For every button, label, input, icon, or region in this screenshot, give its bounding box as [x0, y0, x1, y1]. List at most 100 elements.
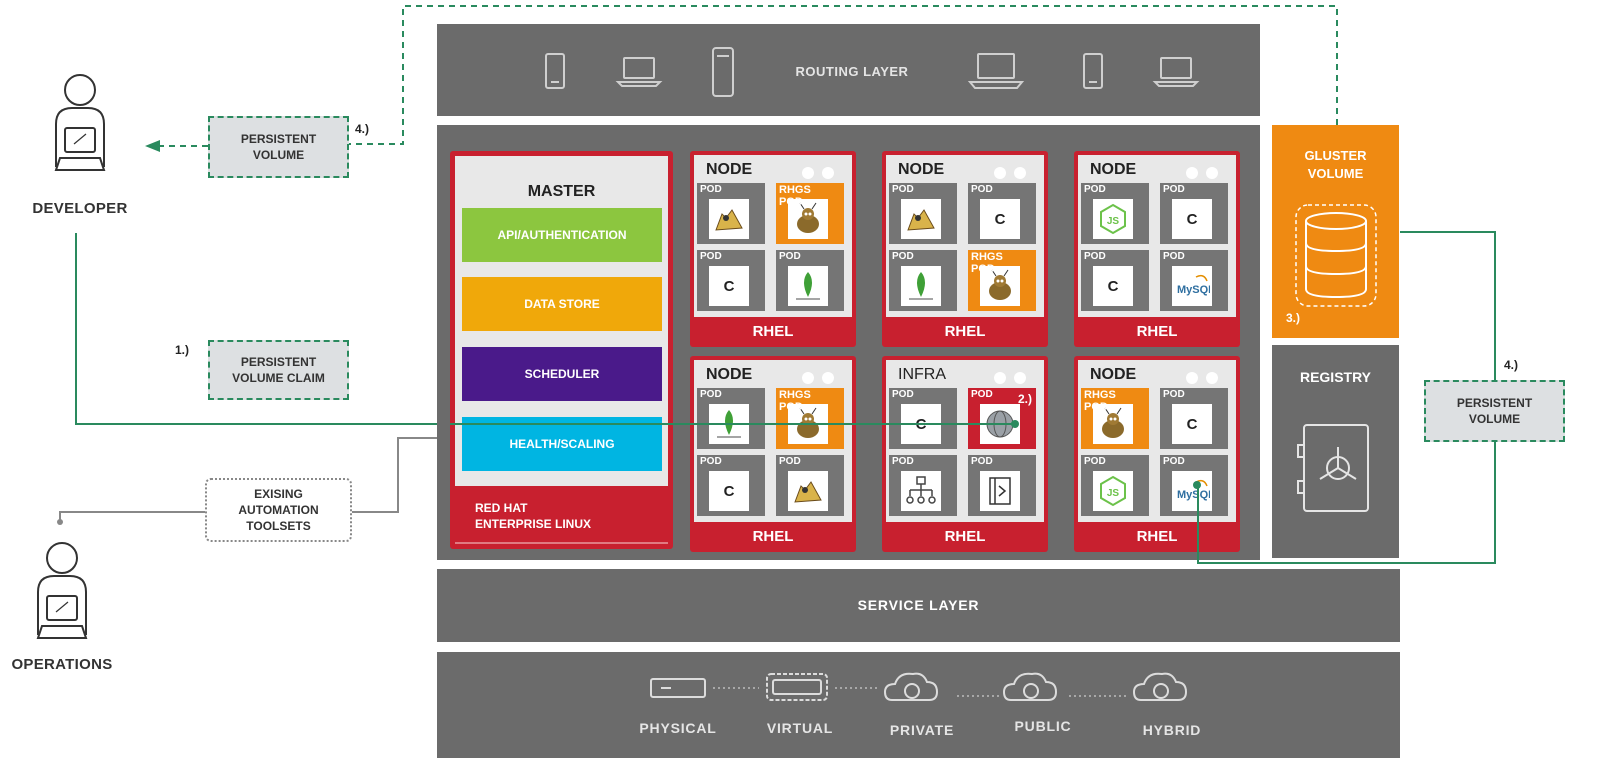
master-title: MASTER [527, 183, 596, 200]
worker-node: NODE POD RHGS POD POD C POD RHEL [690, 151, 856, 347]
pod-label: POD [700, 389, 722, 400]
infra-label-hybrid: HYBRID [1142, 722, 1202, 738]
node-title: NODE [1090, 366, 1137, 383]
pod-label: POD [1163, 456, 1185, 467]
pod-label: POD [892, 184, 914, 195]
pod: POD C [889, 388, 957, 449]
pod-label: POD [1163, 389, 1185, 400]
pod: POD [697, 183, 765, 244]
node-os-label: RHEL [752, 528, 794, 545]
pod: POD C [697, 250, 765, 311]
routing-layer-label: ROUTING LAYER [795, 64, 909, 79]
svg-text:MySQL: MySQL [1177, 284, 1210, 296]
infra-node: INFRA POD C POD POD POD 2.) RHEL [882, 356, 1048, 552]
node-os-label: RHEL [1136, 323, 1178, 340]
status-dot [822, 372, 834, 384]
pod: POD C [1081, 250, 1149, 311]
container-c-label: C [1172, 199, 1212, 239]
pod-label: POD [700, 456, 722, 467]
rhgs-pod: RHGS POD [776, 183, 844, 244]
container-c-label: C [709, 471, 749, 511]
pod-label: POD [892, 251, 914, 262]
pod-label: POD [700, 184, 722, 195]
node-status-dots [994, 167, 1026, 179]
health-scaling-component: HEALTH/SCALING [462, 417, 662, 471]
worker-node: NODE POD POD C POD RHGS POD RHEL [882, 151, 1048, 347]
worker-node: NODE POD JS POD C POD C POD MySQL RHEL [1074, 151, 1240, 347]
rhgs-pod: RHGS POD [776, 388, 844, 449]
status-dot [1186, 372, 1198, 384]
pod-label: POD [1084, 456, 1106, 467]
pod: POD C [1160, 388, 1228, 449]
pod: POD C [968, 183, 1036, 244]
pod-label: RHGS POD [971, 251, 1003, 275]
node-title: NODE [1090, 161, 1137, 178]
pod: POD [889, 455, 957, 516]
mongodb-icon [901, 266, 941, 306]
pod-label: POD [1084, 184, 1106, 195]
pod-label: POD [779, 456, 801, 467]
svg-text:MySQL: MySQL [1177, 489, 1210, 501]
registry-title: REGISTRY [1299, 369, 1372, 385]
master-bottom-rule [455, 542, 668, 544]
automation-toolsets-box: EXISING AUTOMATION TOOLSETS [205, 478, 352, 542]
container-c-label: C [901, 404, 941, 444]
node-os-label: RHEL [944, 528, 986, 545]
globe-icon [980, 404, 1020, 444]
container-c-label: C [709, 266, 749, 306]
mongodb-icon [788, 266, 828, 306]
node-title: INFRA [898, 366, 946, 383]
tomcat-icon [901, 199, 941, 239]
node-status-dots [1186, 372, 1218, 384]
status-dot [994, 372, 1006, 384]
node-status-dots [802, 167, 834, 179]
status-dot [1206, 167, 1218, 179]
rhgs-pod: RHGS POD [968, 250, 1036, 311]
pod: POD [968, 455, 1036, 516]
developer-label: DEVELOPER [32, 200, 128, 217]
master-box: MASTER API/AUTHENTICATION DATA STORE SCH… [450, 151, 673, 549]
pod: POD JS [1081, 183, 1149, 244]
scheduler-component: SCHEDULER [462, 347, 662, 401]
node-os-label: RHEL [944, 323, 986, 340]
pod-label: POD [971, 184, 993, 195]
api-authentication-component: API/AUTHENTICATION [462, 208, 662, 262]
status-dot [1014, 372, 1026, 384]
step-2: 2.) [1018, 392, 1033, 406]
infra-label-public: PUBLIC [1014, 718, 1072, 734]
pod-label: POD [1163, 251, 1185, 262]
pod: POD C [1160, 183, 1228, 244]
pod: POD [697, 388, 765, 449]
tomcat-icon [709, 199, 749, 239]
service-layer-label: SERVICE LAYER [857, 597, 980, 613]
org-chart-icon [901, 471, 941, 511]
worker-node: NODE POD RHGS POD POD C POD RHEL [690, 356, 856, 552]
worker-node: NODE RHGS POD POD C POD JS POD MySQL RHEL [1074, 356, 1240, 552]
data-store-component: DATA STORE [462, 277, 662, 331]
nodejs-icon: JS [1093, 471, 1133, 511]
node-title: NODE [706, 161, 753, 178]
operations-label: OPERATIONS [11, 656, 113, 673]
status-dot [994, 167, 1006, 179]
status-dot [1206, 372, 1218, 384]
persistent-volume-callout-right: PERSISTENT VOLUME [1424, 380, 1565, 442]
infrastructure-layer: PHYSICAL VIRTUAL PRIVATE PUBLIC HYBRID [437, 652, 1400, 758]
mongodb-icon [709, 404, 749, 444]
pod-label: RHGS POD [779, 389, 811, 413]
node-status-dots [1186, 167, 1218, 179]
pod-label: POD [892, 456, 914, 467]
node-title: NODE [898, 161, 945, 178]
developer-actor: DEVELOPER [20, 72, 140, 222]
persistent-volume-callout-left: PERSISTENT VOLUME [208, 116, 349, 178]
infrastructure-icons [650, 672, 1188, 701]
status-dot [1186, 167, 1198, 179]
pod: POD MySQL [1160, 250, 1228, 311]
pod-label: POD [779, 251, 801, 262]
status-dot [822, 167, 834, 179]
step-1: 1.) [175, 343, 190, 357]
pod-label: RHGS POD [1084, 389, 1116, 413]
gluster-volume-title: GLUSTER VOLUME [1304, 148, 1367, 182]
pod-label: POD [700, 251, 722, 262]
nodejs-icon: JS [1093, 199, 1133, 239]
pod-label: POD [1084, 251, 1106, 262]
